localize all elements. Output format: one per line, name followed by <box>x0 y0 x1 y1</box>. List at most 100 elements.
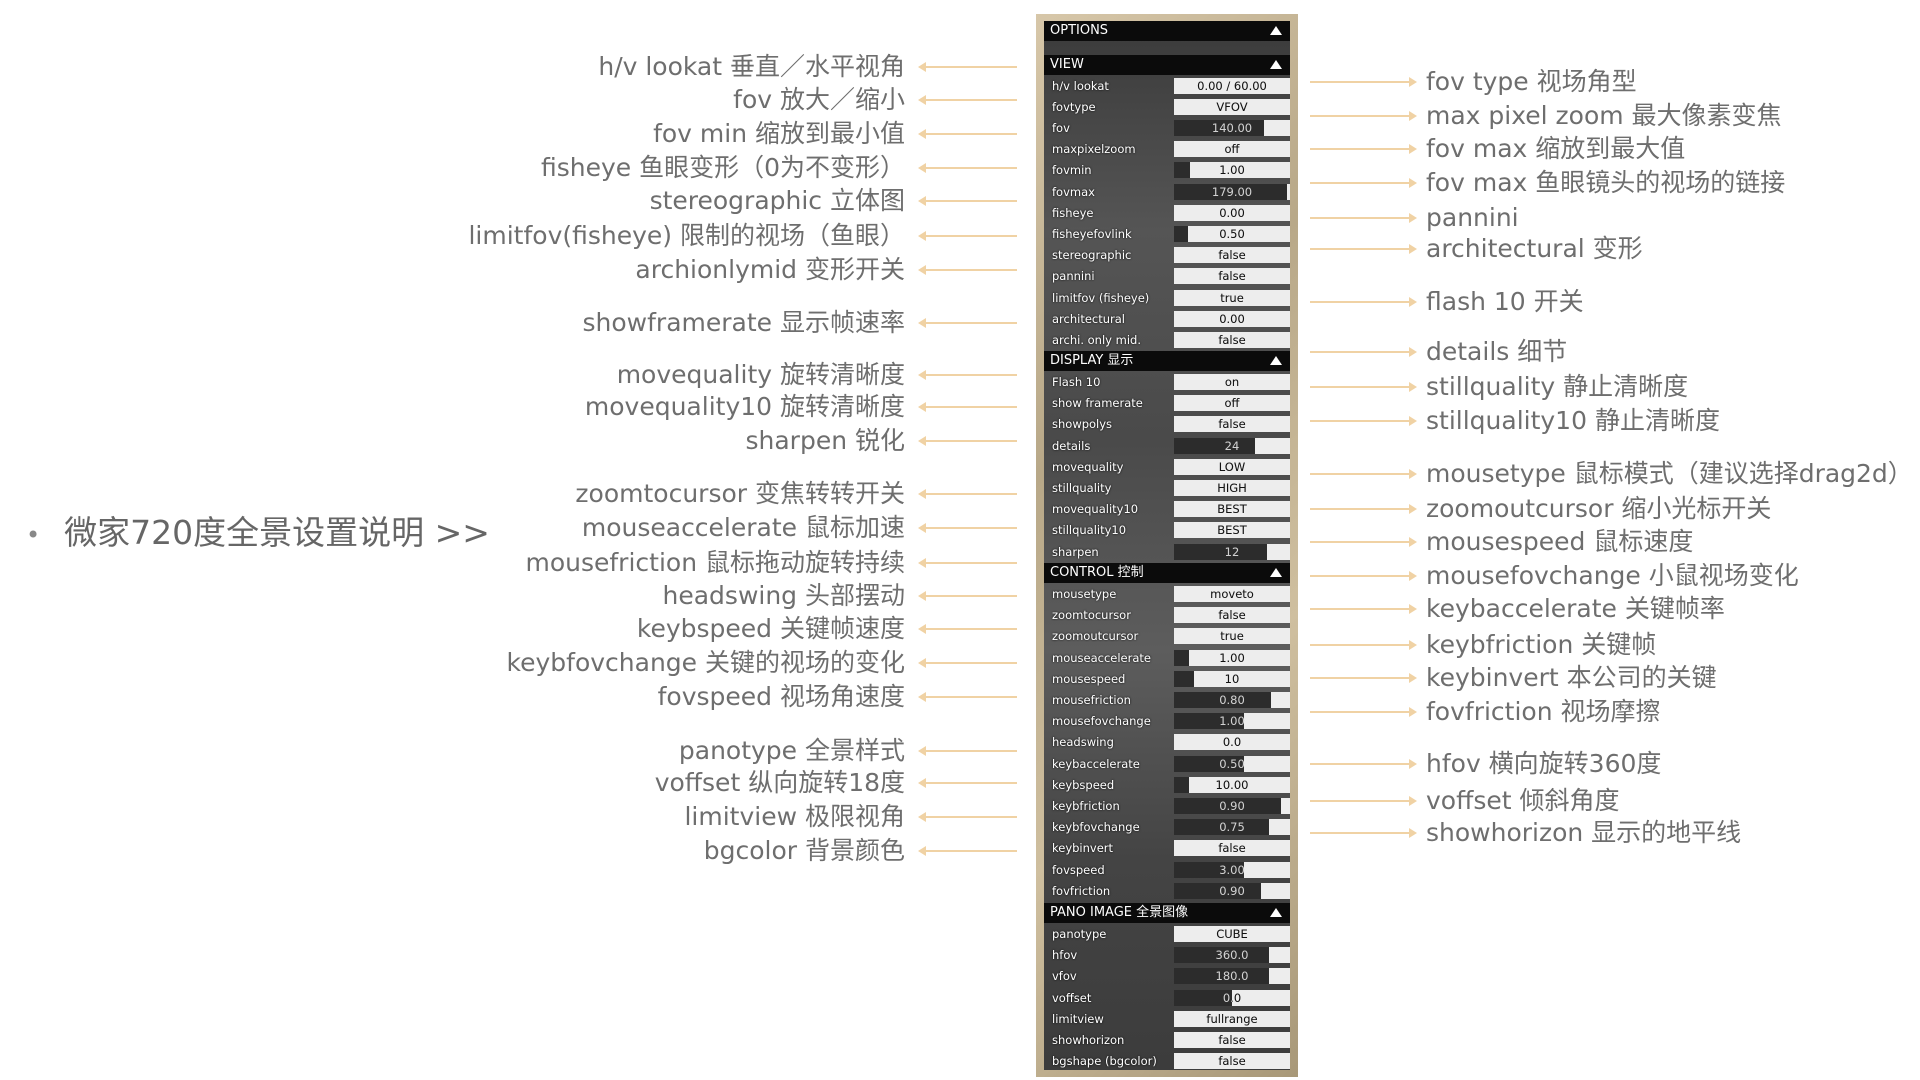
section-header-3[interactable]: PANO IMAGE 全景图像 <box>1044 903 1290 923</box>
options-header[interactable]: OPTIONS <box>1044 21 1290 41</box>
option-value-control[interactable]: LOW <box>1174 458 1290 475</box>
right-annotation: hfov 横向旋转360度 <box>1426 749 1662 778</box>
option-value-control[interactable]: 0.00 <box>1174 310 1290 327</box>
option-value-control[interactable]: 140.00 <box>1174 119 1290 136</box>
option-value-control[interactable]: false <box>1174 840 1290 857</box>
right-annotation: flash 10 开关 <box>1426 287 1584 316</box>
option-value-control[interactable]: false <box>1174 1032 1290 1048</box>
option-value-control[interactable]: off <box>1174 141 1290 158</box>
option-value: HIGH <box>1217 481 1247 495</box>
right-arrow-icon <box>1310 244 1417 254</box>
option-value-control[interactable]: false <box>1174 268 1290 285</box>
option-row: limitfov (fisheye) true <box>1044 288 1290 308</box>
section-header-0[interactable]: VIEW <box>1044 54 1290 75</box>
option-value-control[interactable]: false <box>1174 247 1290 264</box>
option-label: stereographic <box>1052 248 1132 263</box>
option-value-control[interactable]: 0.0 <box>1174 734 1290 751</box>
option-value: 1.00 <box>1219 163 1245 178</box>
left-arrow-icon <box>918 692 1017 702</box>
option-value-control[interactable]: true <box>1174 628 1290 645</box>
bullet-dot: • <box>26 520 41 549</box>
option-value-control[interactable]: true <box>1174 289 1290 306</box>
option-row: keybfovchange 0.75 <box>1044 817 1290 837</box>
section-header-label: VIEW <box>1050 56 1084 72</box>
option-value-control[interactable]: 3.00 <box>1174 861 1290 878</box>
option-value-control[interactable]: 0.90 <box>1174 798 1290 814</box>
collapse-triangle-icon[interactable] <box>1270 26 1282 35</box>
option-value-control[interactable]: VFOV <box>1174 98 1290 115</box>
right-arrow-icon <box>1310 347 1417 357</box>
option-value: 0.90 <box>1219 883 1245 898</box>
left-annotation: limitview 极限视角 <box>684 802 905 831</box>
option-value-control[interactable]: 0.50 <box>1174 225 1290 242</box>
option-value: false <box>1218 248 1246 263</box>
option-label: mousetype <box>1052 587 1117 601</box>
left-annotation: archionlymid 变形开关 <box>635 255 905 284</box>
left-annotation: fisheye 鱼眼变形（0为不变形） <box>540 153 905 182</box>
option-value-control[interactable]: 0.00 <box>1174 204 1290 221</box>
right-arrow-icon <box>1310 707 1417 717</box>
option-value-control[interactable]: 1.00 <box>1174 713 1290 730</box>
right-arrow-icon <box>1310 504 1417 514</box>
right-arrow-icon <box>1310 828 1417 838</box>
option-value-control[interactable]: 10.00 <box>1174 776 1290 793</box>
option-value: CUBE <box>1216 927 1248 941</box>
option-value-control[interactable]: CUBE <box>1174 926 1290 942</box>
section-header-label: DISPLAY 显示 <box>1050 353 1134 368</box>
option-value-control[interactable]: 0.80 <box>1174 692 1290 708</box>
option-label: fovspeed <box>1052 862 1105 877</box>
option-value-control[interactable]: 360.0 <box>1174 947 1290 964</box>
section-header-2[interactable]: CONTROL 控制 <box>1044 563 1290 583</box>
option-row: show framerate off <box>1044 393 1290 413</box>
option-value-control[interactable]: moveto <box>1174 586 1290 602</box>
collapse-triangle-icon[interactable] <box>1270 568 1282 577</box>
option-value-control[interactable]: fullrange <box>1174 1010 1290 1027</box>
right-annotation: stillquality10 静止清晰度 <box>1426 406 1720 435</box>
option-value-control[interactable]: on <box>1174 374 1290 390</box>
option-row: hfov 360.0 <box>1044 945 1290 965</box>
collapse-triangle-icon[interactable] <box>1270 59 1282 69</box>
option-value: 0.50 <box>1219 756 1245 771</box>
option-value-control[interactable]: 1.00 <box>1174 649 1290 666</box>
option-value-control[interactable]: 0.50 <box>1174 755 1290 772</box>
option-value-control[interactable]: BEST <box>1174 501 1290 518</box>
option-value: 0.90 <box>1219 799 1245 813</box>
right-annotation: voffset 倾斜角度 <box>1426 786 1620 815</box>
option-value: 179.00 <box>1211 184 1253 199</box>
option-row: movequality10 BEST <box>1044 499 1290 519</box>
option-label: stillquality <box>1052 481 1112 495</box>
left-arrow-icon <box>918 591 1017 601</box>
option-label: limitfov (fisheye) <box>1052 290 1150 305</box>
option-value-control[interactable]: 0.0 <box>1174 989 1290 1006</box>
option-value-control[interactable]: false <box>1174 607 1290 624</box>
option-value: false <box>1218 1054 1246 1069</box>
option-value-control[interactable]: 1.00 <box>1174 162 1290 179</box>
option-label: fisheyefovlink <box>1052 226 1132 241</box>
option-value-control[interactable]: 180.0 <box>1174 968 1290 985</box>
collapse-triangle-icon[interactable] <box>1270 356 1282 365</box>
right-arrow-icon <box>1310 297 1417 307</box>
option-value-control[interactable]: false <box>1174 416 1290 433</box>
option-value-control[interactable]: false <box>1174 331 1290 348</box>
option-label: showhorizon <box>1052 1033 1125 1047</box>
left-arrow-icon <box>918 846 1017 856</box>
section-header-1[interactable]: DISPLAY 显示 <box>1044 351 1290 371</box>
option-value-control[interactable]: 0.75 <box>1174 819 1290 836</box>
option-label: architectural <box>1052 311 1126 326</box>
option-value: moveto <box>1210 587 1254 601</box>
option-value-control[interactable]: 0.90 <box>1174 882 1290 899</box>
option-value-control[interactable]: 10 <box>1174 670 1290 687</box>
option-value-control[interactable]: BEST <box>1174 522 1290 539</box>
right-annotation: fov max 鱼眼镜头的视场的链接 <box>1426 168 1786 197</box>
option-value-control[interactable]: 179.00 <box>1174 183 1290 200</box>
option-value-control[interactable]: HIGH <box>1174 480 1290 496</box>
option-value-control[interactable]: 24 <box>1174 437 1290 454</box>
option-value: false <box>1218 269 1246 284</box>
left-annotation: headswing 头部摆动 <box>662 581 906 610</box>
option-value-control[interactable]: 0.00 / 60.00 <box>1174 77 1290 94</box>
option-value-control[interactable]: 12 <box>1174 543 1290 560</box>
option-value-control[interactable]: false <box>1174 1053 1290 1070</box>
option-value-control[interactable]: off <box>1174 395 1290 412</box>
collapse-triangle-icon[interactable] <box>1270 908 1282 917</box>
left-arrow-icon <box>918 436 1017 446</box>
